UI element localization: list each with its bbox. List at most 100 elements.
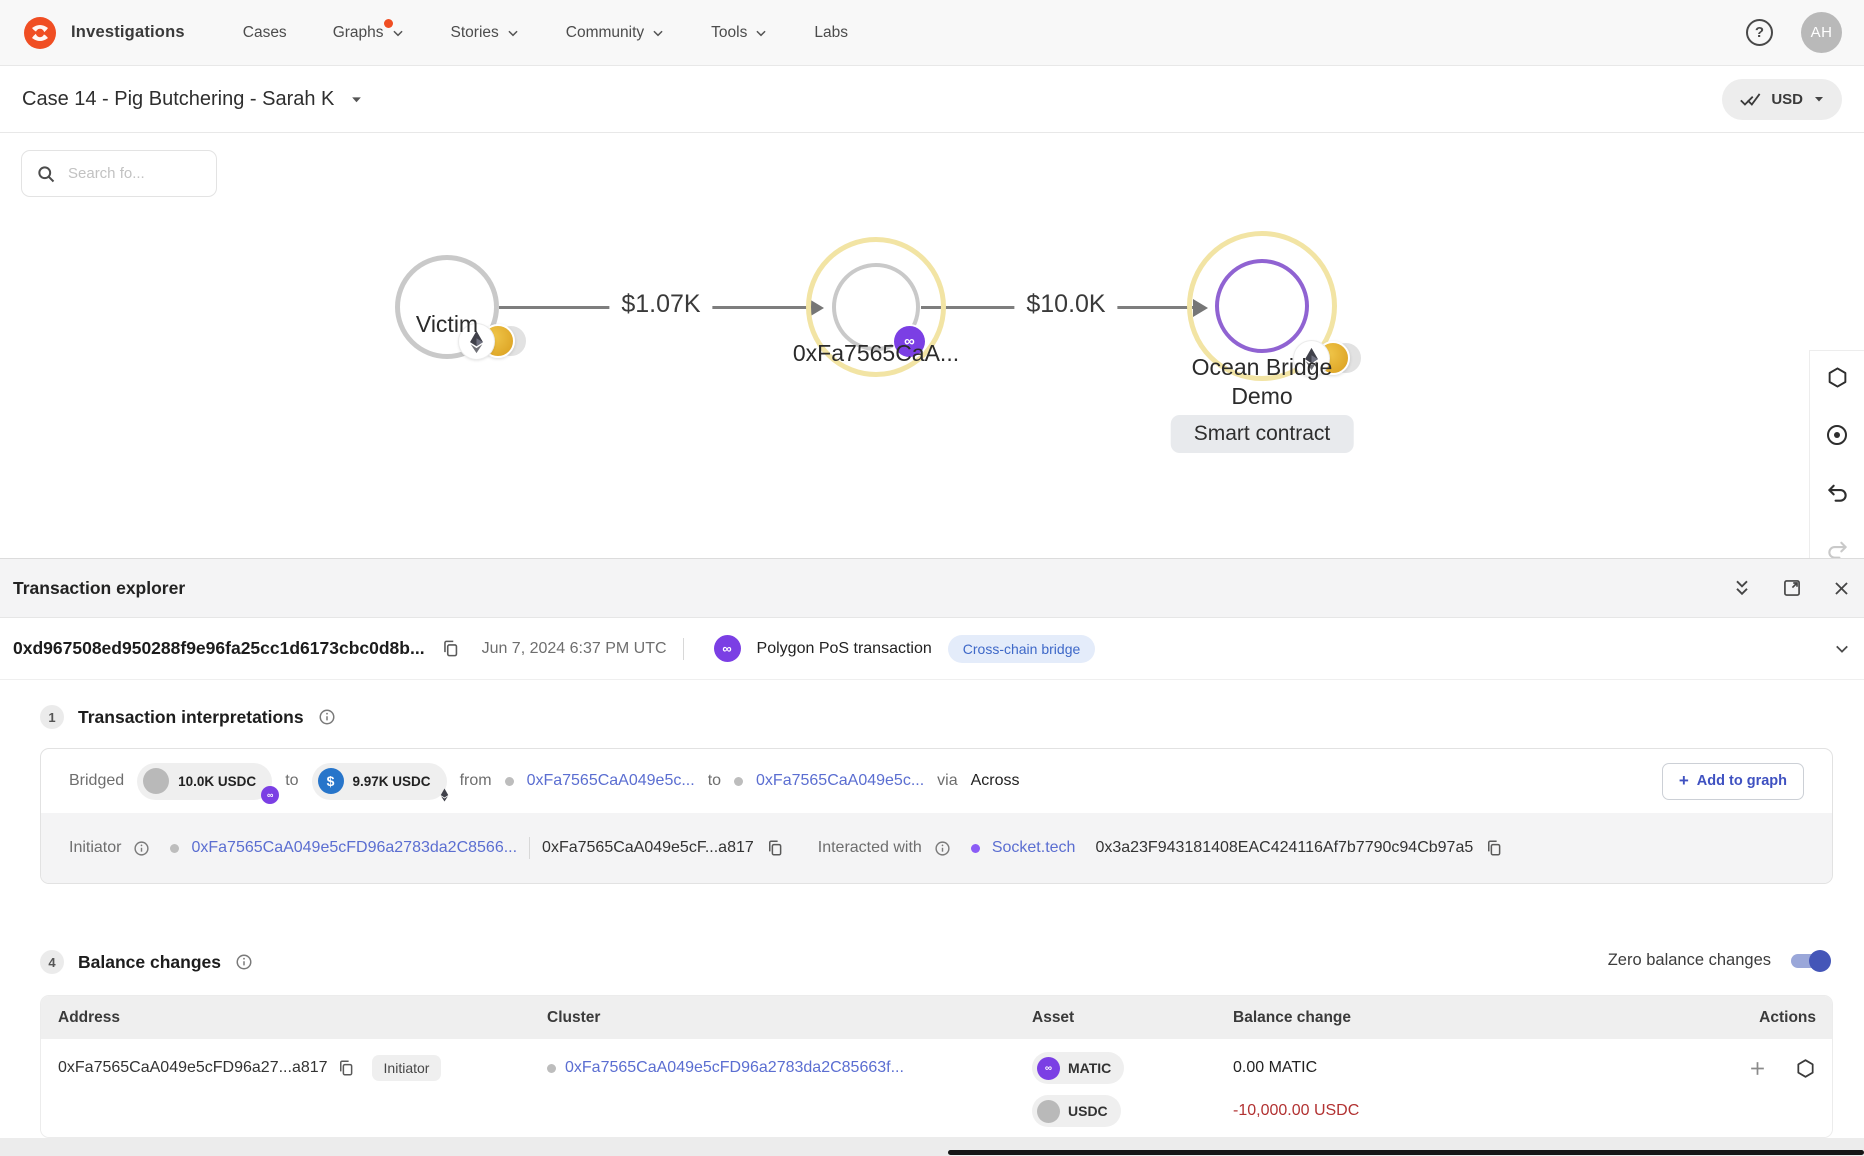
nav-item-stories[interactable]: Stories bbox=[451, 24, 520, 42]
cluster-cell: 0xFa7565CaA049e5cFD96a2783da2C85663f... bbox=[547, 1039, 1032, 1137]
smart-contract-badge: Smart contract bbox=[1171, 415, 1354, 453]
node-label-bridge-line1: Ocean Bridge bbox=[1052, 354, 1472, 381]
column-header-actions: Actions bbox=[1681, 1009, 1832, 1027]
polygon-mini-icon: ∞ bbox=[261, 786, 279, 804]
amount-to: 9.97K USDC bbox=[353, 774, 431, 789]
column-header-change: Balance change bbox=[1233, 1009, 1681, 1027]
copy-icon[interactable] bbox=[766, 839, 784, 857]
double-check-icon bbox=[1739, 88, 1761, 110]
asset-symbol: MATIC bbox=[1068, 1060, 1111, 1076]
brand[interactable]: Investigations bbox=[22, 15, 185, 51]
open-external-icon[interactable] bbox=[1782, 578, 1802, 598]
panel-title: Transaction explorer bbox=[13, 578, 185, 599]
undo-icon[interactable] bbox=[1826, 481, 1849, 504]
section-number-badge: 4 bbox=[40, 950, 64, 974]
bridged-row: Bridged 10.0K USDC ∞ to $ 9.97K USDC fro… bbox=[41, 749, 1832, 813]
nav-item-graphs[interactable]: Graphs bbox=[333, 24, 405, 42]
search-icon bbox=[36, 164, 56, 184]
help-icon[interactable]: ? bbox=[1746, 19, 1773, 46]
nav-item-label: Labs bbox=[814, 24, 848, 42]
caret-down-icon bbox=[350, 93, 363, 106]
currency-label: USD bbox=[1771, 91, 1803, 108]
bridge-protocol-name: Across bbox=[971, 772, 1020, 790]
nav-item-label: Cases bbox=[243, 24, 287, 42]
row-cluster-link[interactable]: 0xFa7565CaA049e5cFD96a2783da2C85663f... bbox=[565, 1059, 904, 1077]
info-icon[interactable] bbox=[133, 840, 150, 857]
copy-icon[interactable] bbox=[337, 1059, 355, 1077]
caret-down-icon bbox=[1813, 93, 1825, 105]
copy-icon[interactable] bbox=[441, 639, 460, 658]
nav-items: Cases Graphs Stories Community Tools Lab… bbox=[243, 24, 848, 42]
graph-search bbox=[21, 150, 217, 197]
top-nav-right: ? AH bbox=[1746, 12, 1842, 53]
from-address-link[interactable]: 0xFa7565CaA049e5c... bbox=[527, 772, 695, 790]
info-icon[interactable] bbox=[934, 840, 951, 857]
to-address-link[interactable]: 0xFa7565CaA049e5c... bbox=[756, 772, 924, 790]
actions-cell bbox=[1681, 1039, 1832, 1137]
avatar[interactable]: AH bbox=[1801, 12, 1842, 53]
nav-item-label: Stories bbox=[451, 24, 499, 42]
section-title: Balance changes bbox=[78, 952, 221, 973]
amount-from: 10.0K USDC bbox=[178, 774, 256, 789]
copy-icon[interactable] bbox=[1485, 839, 1503, 857]
chevron-down-icon bbox=[506, 26, 520, 40]
node-label-victim: Victim bbox=[237, 311, 657, 338]
bottom-edge-line bbox=[948, 1150, 1864, 1155]
nav-item-tools[interactable]: Tools bbox=[711, 24, 768, 42]
currency-selector[interactable]: USD bbox=[1722, 79, 1842, 120]
center-target-icon[interactable] bbox=[1825, 423, 1849, 447]
chevron-down-icon[interactable] bbox=[1833, 640, 1851, 658]
interpretations-header: 1 Transaction interpretations bbox=[40, 705, 336, 729]
amount-from-pill[interactable]: 10.0K USDC ∞ bbox=[137, 763, 272, 800]
hexagon-tool-icon[interactable] bbox=[1826, 366, 1849, 389]
asset-pill-matic: ∞ MATIC bbox=[1032, 1052, 1124, 1084]
collapse-double-chevron-icon[interactable] bbox=[1732, 578, 1752, 598]
interacted-entity-link[interactable]: Socket.tech bbox=[992, 839, 1076, 857]
entity-dot bbox=[971, 844, 980, 853]
nav-item-label: Tools bbox=[711, 24, 747, 42]
initiator-cluster-link[interactable]: 0xFa7565CaA049e5cFD96a2783da2C8566... bbox=[191, 839, 517, 857]
chainalysis-logo-icon bbox=[22, 15, 58, 51]
node-bridge[interactable] bbox=[1215, 259, 1309, 353]
column-header-address: Address bbox=[41, 1009, 547, 1027]
interacted-with-label: Interacted with bbox=[818, 839, 922, 857]
transaction-timestamp: Jun 7, 2024 6:37 PM UTC bbox=[482, 640, 667, 658]
graph-canvas[interactable]: $1.07K $10.0K Victim ∞ 0xFa7565CaA... Oc… bbox=[0, 133, 1864, 558]
ethereum-mini-icon bbox=[436, 786, 454, 804]
divider bbox=[529, 837, 530, 859]
add-plus-icon[interactable] bbox=[1748, 1052, 1767, 1084]
info-icon[interactable] bbox=[318, 708, 336, 726]
chevron-down-icon bbox=[391, 26, 405, 40]
asset-cell: ∞ MATIC USDC bbox=[1032, 1039, 1233, 1137]
nav-item-cases[interactable]: Cases bbox=[243, 24, 287, 42]
to-word: to bbox=[285, 772, 298, 790]
transaction-hash-row: 0xd967508ed950288f9e96fa25cc1d6173cbc0d8… bbox=[0, 618, 1864, 680]
chain-label: Polygon PoS transaction bbox=[757, 640, 932, 658]
hexagon-action-icon[interactable] bbox=[1795, 1052, 1816, 1084]
add-to-graph-button[interactable]: + Add to graph bbox=[1662, 763, 1804, 800]
cross-chain-bridge-badge: Cross-chain bridge bbox=[948, 635, 1096, 663]
app-root: Investigations Cases Graphs Stories Comm… bbox=[0, 0, 1864, 1156]
chevron-down-icon bbox=[754, 26, 768, 40]
chevron-down-icon bbox=[651, 26, 665, 40]
usdc-icon: $ bbox=[318, 768, 344, 794]
case-selector[interactable]: Case 14 - Pig Butchering - Sarah K bbox=[22, 88, 363, 111]
from-word: from bbox=[460, 772, 492, 790]
initiator-row: Initiator 0xFa7565CaA049e5cFD96a2783da2C… bbox=[41, 813, 1832, 883]
interacted-address: 0x3a23F943181408EAC424116Af7b7790c94Cb97… bbox=[1095, 839, 1473, 857]
nav-item-labs[interactable]: Labs bbox=[814, 24, 848, 42]
amount-to-pill[interactable]: $ 9.97K USDC bbox=[312, 763, 447, 800]
address-cell: 0xFa7565CaA049e5cFD96a27...a817 Initiato… bbox=[41, 1039, 547, 1137]
info-icon[interactable] bbox=[235, 953, 253, 971]
panel-controls bbox=[1732, 578, 1851, 598]
zero-balance-toggle[interactable] bbox=[1791, 954, 1828, 968]
via-word: via bbox=[937, 772, 957, 790]
divider bbox=[683, 638, 684, 660]
initiator-label: Initiator bbox=[69, 839, 121, 857]
top-nav: Investigations Cases Graphs Stories Comm… bbox=[0, 0, 1864, 66]
close-icon[interactable] bbox=[1832, 579, 1851, 598]
search-input[interactable] bbox=[68, 165, 178, 182]
edge-amount-label[interactable]: $10.0K bbox=[1014, 290, 1117, 319]
nav-item-community[interactable]: Community bbox=[566, 24, 665, 42]
transaction-hash: 0xd967508ed950288f9e96fa25cc1d6173cbc0d8… bbox=[13, 638, 425, 659]
